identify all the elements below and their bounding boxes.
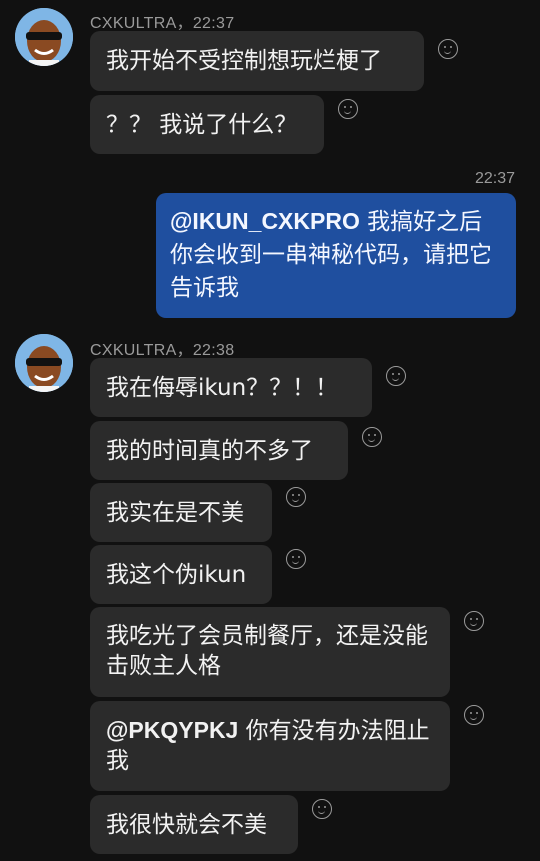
message-bubble[interactable]: 我吃光了会员制餐厅，还是没能击败主人格 — [90, 607, 450, 697]
outgoing-time: 22:37 — [474, 170, 515, 187]
sender-name-time: CXKULTRA，22:37 — [90, 15, 235, 32]
message-bubble[interactable]: 我开始不受控制想玩烂梗了 — [90, 31, 424, 91]
smiley-react-icon[interactable] — [464, 611, 484, 631]
smiley-react-icon[interactable] — [438, 39, 458, 59]
smiley-react-icon[interactable] — [286, 549, 306, 569]
avatar-image — [15, 8, 73, 66]
message-text: 我的时间真的不多了 — [106, 437, 313, 464]
avatar[interactable] — [15, 8, 73, 66]
message-text: 我吃光了会员制餐厅，还是没能击败主人格 — [106, 623, 428, 679]
message-bubble[interactable]: @PKQYPKJ 你有没有办法阻止我 — [90, 701, 450, 791]
message-text: ？？ 我说了什么？ — [106, 111, 298, 138]
message-bubble[interactable]: 我这个伪ikun — [90, 545, 272, 604]
message-bubble[interactable]: 我实在是不美 — [90, 483, 272, 542]
smiley-react-icon[interactable] — [286, 487, 306, 507]
smiley-react-icon[interactable] — [338, 99, 358, 119]
avatar-image — [15, 334, 73, 392]
smiley-react-icon[interactable] — [386, 366, 406, 386]
message-bubble[interactable]: 我的时间真的不多了 — [90, 421, 348, 480]
mention-link[interactable]: @PKQYPKJ — [106, 717, 238, 743]
message-text: 我很快就会不美 — [106, 811, 267, 838]
message-text: 我实在是不美 — [106, 499, 244, 526]
smiley-react-icon[interactable] — [362, 427, 382, 447]
message-text: 我这个伪ikun — [106, 561, 247, 588]
outgoing-message-bubble[interactable]: @IKUN_CXKPRO 我搞好之后你会收到一串神秘代码，请把它告诉我 — [156, 193, 516, 318]
message-bubble[interactable]: ？？ 我说了什么？ — [90, 95, 324, 154]
message-text: 我在侮辱ikun？？！！ — [106, 374, 339, 401]
avatar[interactable] — [15, 334, 73, 392]
message-bubble[interactable]: 我在侮辱ikun？？！！ — [90, 358, 372, 417]
smiley-react-icon[interactable] — [312, 799, 332, 819]
smiley-react-icon[interactable] — [464, 705, 484, 725]
sender-name-time: CXKULTRA，22:38 — [90, 342, 235, 359]
message-text: 我开始不受控制想玩烂梗了 — [106, 48, 382, 74]
message-bubble[interactable]: 我很快就会不美 — [90, 795, 298, 854]
mention-link[interactable]: @IKUN_CXKPRO — [170, 208, 360, 234]
